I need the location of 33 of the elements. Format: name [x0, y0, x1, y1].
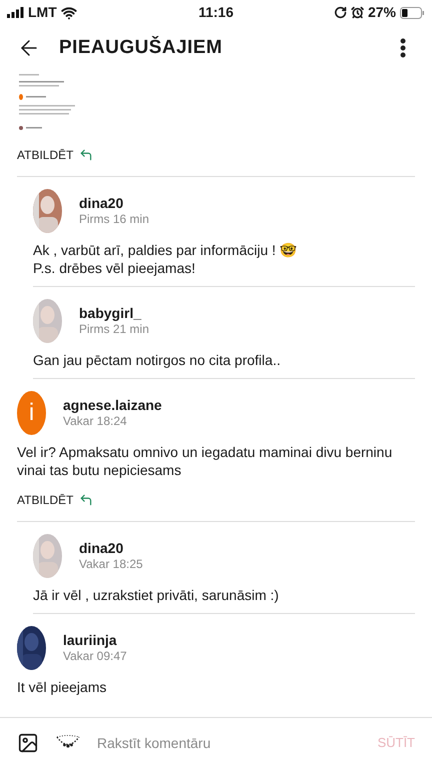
battery-icon: [400, 6, 425, 18]
reply-button[interactable]: ATBILDĒT: [17, 146, 94, 164]
username[interactable]: babygirl_: [79, 305, 150, 322]
page-title: PIEAUGUŠAJIEM: [59, 35, 222, 60]
comment-time: Pirms 16 min: [79, 212, 150, 227]
reply-button[interactable]: ATBILDĒT: [17, 491, 94, 509]
more-icon: [400, 38, 406, 58]
avatar: i: [17, 391, 46, 435]
username[interactable]: agnese.laizane: [63, 397, 162, 414]
reply-arrow-icon: [79, 148, 94, 162]
comment-time: Vakar 18:25: [79, 557, 143, 572]
signal-icon: [7, 7, 24, 18]
image-button[interactable]: [17, 732, 39, 754]
image-icon: [17, 732, 39, 754]
comment-time: Pirms 21 min: [79, 322, 150, 337]
clock: 11:16: [198, 3, 234, 22]
comment-time: Vakar 09:47: [63, 649, 127, 664]
comment-text: It vēl pieejams: [17, 678, 108, 696]
comment-input[interactable]: Rakstīt komentāru: [97, 732, 362, 754]
username[interactable]: dina20: [79, 540, 143, 557]
comment-time: Vakar 18:24: [63, 414, 128, 429]
battery-percent: 27%: [368, 3, 396, 22]
wifi-icon: [60, 4, 77, 20]
carrier: LMT: [28, 3, 57, 22]
comment-text: Vel ir? Apmaksatu omnivo un iegadatu maminai divu berninu vinai tas butu nepiciesams: [17, 443, 394, 479]
comment-text: Gan jau pēctam notirgos no cita profila..: [33, 351, 282, 369]
username[interactable]: lauriinja: [63, 632, 127, 649]
rotation-lock-icon: [334, 6, 347, 19]
comment-text: Ak , varbūt arī, paldies par informāciju ! 🤓 P.s. drēbes vēl pieejamas!: [33, 241, 298, 277]
comment-text: Jā ir vēl , uzrakstiet privāti, sarunāsim :): [33, 586, 280, 604]
alarm-icon: [350, 6, 364, 19]
username[interactable]: dina20: [79, 195, 150, 212]
reply-arrow-icon: [79, 493, 94, 507]
